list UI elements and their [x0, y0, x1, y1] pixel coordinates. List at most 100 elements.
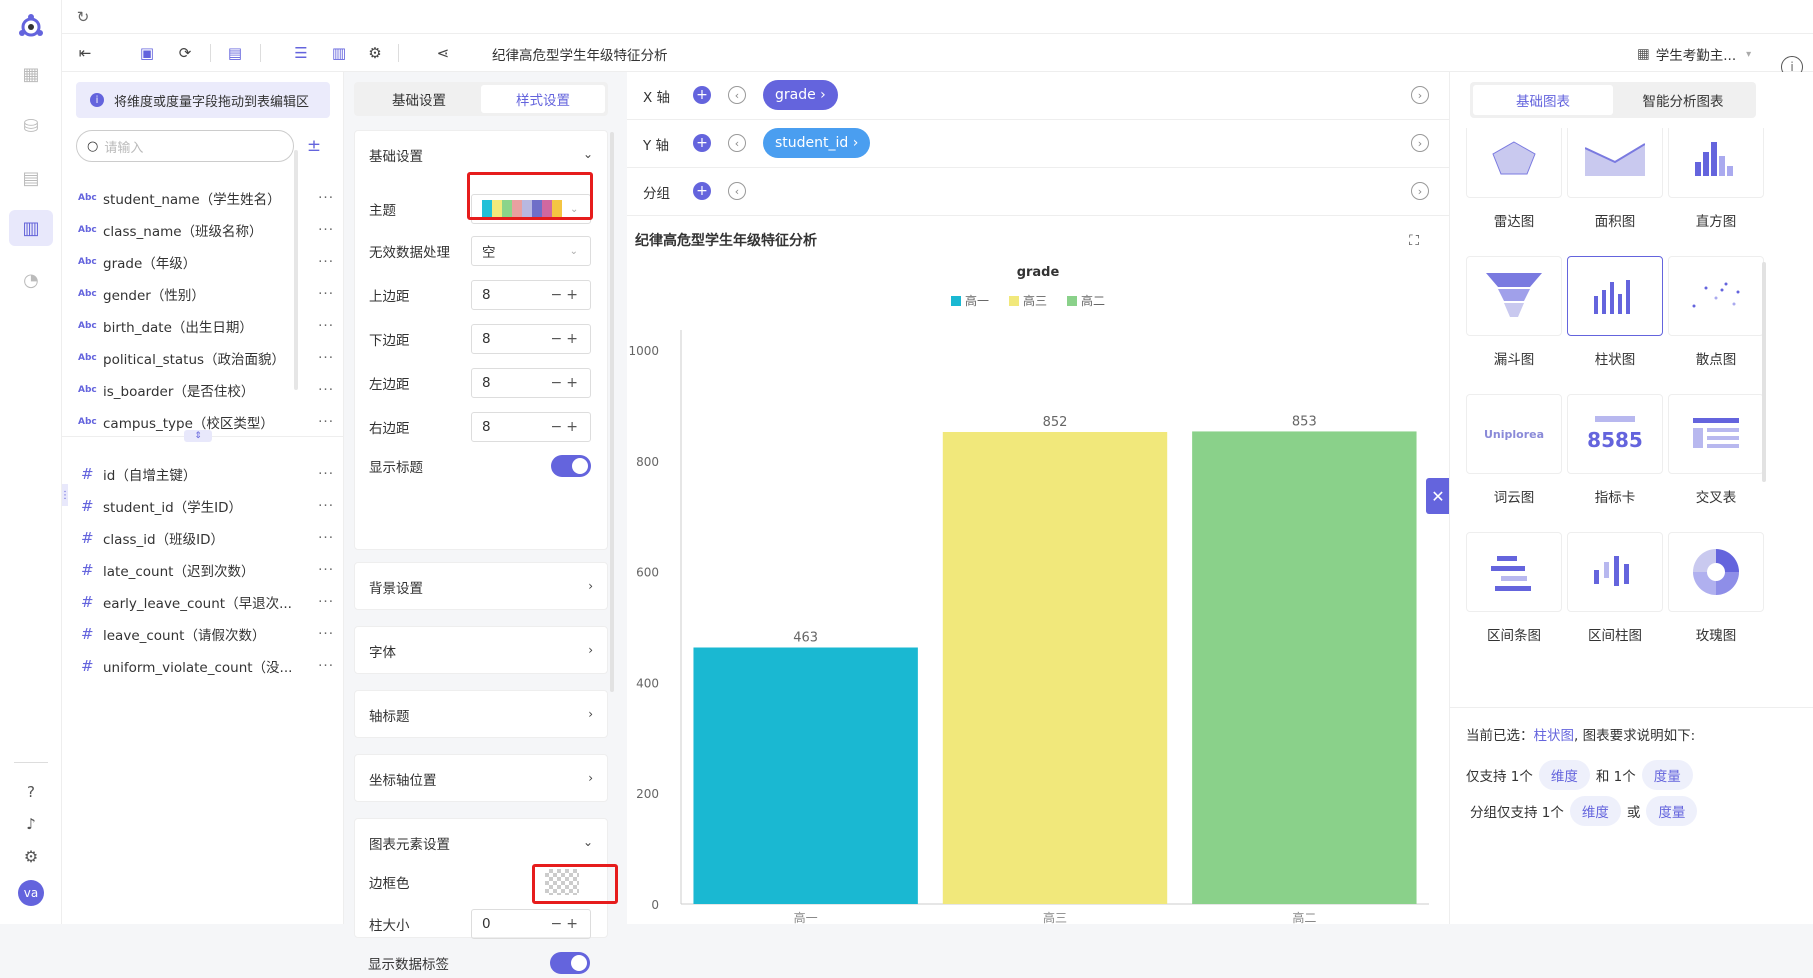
chevron-left-icon[interactable]: ‹ — [728, 86, 746, 104]
more-icon[interactable]: ··· — [318, 466, 334, 482]
refresh-icon[interactable]: ↻ — [74, 8, 92, 26]
more-icon[interactable]: ··· — [318, 190, 334, 206]
dimension-field[interactable]: Abc campus_type（校区类型） ··· — [78, 412, 334, 432]
chart-type-9[interactable] — [1466, 532, 1562, 612]
right-margin-stepper[interactable]: 8 −+ — [471, 412, 591, 442]
add-x-field-icon[interactable]: + — [693, 86, 711, 104]
fullscreen-icon[interactable]: ⛶ — [1405, 232, 1423, 250]
chevron-right-icon[interactable]: › — [1411, 134, 1429, 152]
style-config-icon[interactable]: ☰ — [290, 42, 312, 64]
chevron-right-icon[interactable]: › — [1411, 86, 1429, 104]
more-icon[interactable]: ··· — [318, 562, 334, 578]
chevron-left-icon[interactable]: ‹ — [728, 134, 746, 152]
dataset-select[interactable]: ▦ 学生考勤主... ▾ — [1637, 44, 1751, 64]
chart-type-4[interactable] — [1567, 256, 1663, 336]
more-icon[interactable]: ··· — [318, 498, 334, 514]
measure-field[interactable]: # class_id（班级ID） ··· — [78, 528, 334, 548]
measure-field[interactable]: # id（自增主键） ··· — [78, 464, 334, 484]
measure-field[interactable]: # student_id（学生ID） ··· — [78, 496, 334, 516]
scrollbar[interactable] — [610, 132, 614, 692]
chart-type-6[interactable]: Uniplorea — [1466, 394, 1562, 474]
add-group-field-icon[interactable]: + — [693, 182, 711, 200]
tab-smart-charts[interactable]: 智能分析图表 — [1613, 85, 1753, 115]
chart-type-0[interactable] — [1466, 128, 1562, 198]
add-y-field-icon[interactable]: + — [693, 134, 711, 152]
more-icon[interactable]: ··· — [318, 350, 334, 366]
current-chart-link[interactable]: 柱状图 — [1534, 728, 1575, 744]
save-icon[interactable]: ▣ — [136, 42, 158, 64]
splitter-handle[interactable]: ⇕ — [184, 430, 212, 442]
scrollbar[interactable] — [1762, 262, 1766, 482]
search-input[interactable]: ○ 请输入 — [76, 130, 294, 162]
avatar[interactable]: va — [18, 880, 44, 906]
background-settings-card[interactable]: 背景设置 › — [354, 562, 608, 610]
database-icon[interactable]: ⛁ — [9, 108, 53, 144]
sync-icon[interactable]: ⟳ — [174, 42, 196, 64]
gear-icon[interactable]: ⚙ — [364, 42, 386, 64]
more-icon[interactable]: ··· — [318, 626, 334, 642]
chart-elements-header[interactable]: 图表元素设置 — [369, 819, 450, 867]
chart-type-7[interactable]: 8585 — [1567, 394, 1663, 474]
stepper-icon[interactable]: −+ — [551, 916, 582, 932]
settings-icon[interactable]: ⚙ — [9, 838, 53, 874]
measure-field[interactable]: # leave_count（请假次数） ··· — [78, 624, 334, 644]
collapse-icon[interactable]: ⇤ — [74, 42, 96, 64]
font-settings-card[interactable]: 字体 › — [354, 626, 608, 674]
top-margin-stepper[interactable]: 8 −+ — [471, 280, 591, 310]
more-icon[interactable]: ··· — [318, 222, 334, 238]
more-icon[interactable]: ··· — [318, 254, 334, 270]
chart-type-2[interactable] — [1668, 128, 1764, 198]
more-icon[interactable]: ··· — [318, 318, 334, 334]
bar-size-stepper[interactable]: 0 −+ — [471, 909, 591, 939]
stepper-icon[interactable]: −+ — [551, 287, 582, 303]
x-field-pill[interactable]: grade › — [763, 80, 838, 110]
basic-settings-header[interactable]: 基础设置 — [369, 131, 423, 179]
measure-field[interactable]: # late_count（迟到次数） ··· — [78, 560, 334, 580]
more-icon[interactable]: ··· — [318, 382, 334, 398]
invalid-data-select[interactable]: 空 ⌄ — [471, 236, 591, 266]
close-panel-button[interactable]: ✕ — [1426, 478, 1450, 514]
dashboard-icon[interactable]: ▦ — [9, 56, 53, 92]
bell-icon[interactable]: ♪ — [9, 806, 53, 842]
chart-icon[interactable]: ▥ — [9, 210, 53, 246]
dataset-icon[interactable]: ▤ — [9, 160, 53, 196]
chart-type-8[interactable] — [1668, 394, 1764, 474]
chart-type-3[interactable] — [1466, 256, 1562, 336]
table-view-icon[interactable]: ▤ — [224, 42, 246, 64]
more-icon[interactable]: ··· — [318, 530, 334, 546]
panel-resize-handle[interactable]: ⋮ — [60, 484, 70, 506]
y-field-pill[interactable]: student_id › — [763, 128, 871, 158]
chart-type-11[interactable] — [1668, 532, 1764, 612]
measure-field[interactable]: # uniform_violate_count（没... ··· — [78, 656, 334, 676]
left-margin-stepper[interactable]: 8 −+ — [471, 368, 591, 398]
measure-field[interactable]: # early_leave_count（早退次... ··· — [78, 592, 334, 612]
chevron-down-icon[interactable]: ⌄ — [583, 835, 593, 849]
show-data-label-toggle[interactable] — [550, 952, 590, 974]
more-icon[interactable]: ··· — [318, 286, 334, 302]
axis-position-card[interactable]: 坐标轴位置 › — [354, 754, 608, 802]
more-icon[interactable]: ··· — [318, 594, 334, 610]
more-icon[interactable]: ··· — [318, 658, 334, 674]
chevron-left-icon[interactable]: ‹ — [728, 182, 746, 200]
stepper-icon[interactable]: −+ — [551, 331, 582, 347]
stepper-icon[interactable]: −+ — [551, 419, 582, 435]
app-logo[interactable] — [16, 12, 46, 42]
bottom-margin-stepper[interactable]: 8 −+ — [471, 324, 591, 354]
more-icon[interactable]: ··· — [318, 414, 334, 430]
gauge-icon[interactable]: ◔ — [9, 262, 53, 298]
chevron-right-icon[interactable]: › — [1411, 182, 1429, 200]
stepper-icon[interactable]: −+ — [551, 375, 582, 391]
tab-style-settings[interactable]: 样式设置 — [481, 85, 605, 113]
chevron-down-icon[interactable]: ⌄ — [583, 147, 593, 161]
share-icon[interactable]: ⋖ — [432, 42, 454, 64]
tab-basic-settings[interactable]: 基础设置 — [357, 85, 481, 113]
help-icon[interactable]: ? — [9, 774, 53, 810]
add-calculated-field-icon[interactable]: ± — [302, 134, 326, 158]
show-title-toggle[interactable] — [551, 455, 591, 477]
chart-type-10[interactable] — [1567, 532, 1663, 612]
chart-view-icon[interactable]: ▥ — [328, 42, 350, 64]
chart-type-1[interactable] — [1567, 128, 1663, 198]
scrollbar[interactable] — [294, 150, 298, 390]
chart-type-5[interactable] — [1668, 256, 1764, 336]
axis-title-card[interactable]: 轴标题 › — [354, 690, 608, 738]
